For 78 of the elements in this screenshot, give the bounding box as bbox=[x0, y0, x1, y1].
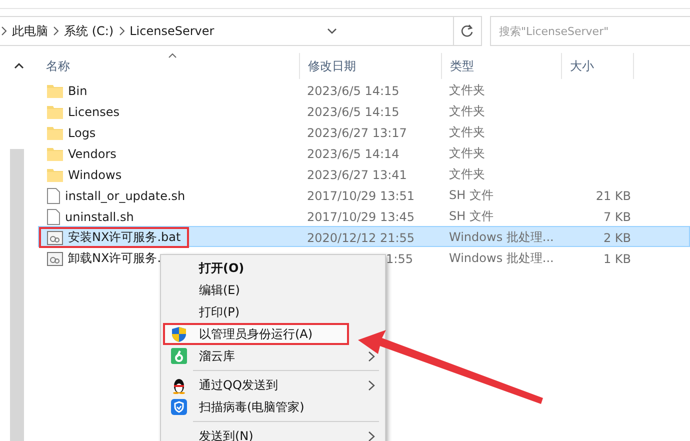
file-name: Bin bbox=[68, 84, 88, 98]
file-name: 卸载NX许可服务. bbox=[68, 250, 162, 267]
column-header[interactable]: 修改日期 bbox=[300, 53, 442, 79]
folder-icon bbox=[47, 126, 63, 140]
modified-date: 2023/6/5 14:15 bbox=[306, 104, 400, 118]
file-type: Windows 批处理... bbox=[448, 229, 555, 246]
file-size: 1 KB bbox=[602, 252, 632, 266]
scrollbar[interactable] bbox=[10, 149, 24, 441]
file-type: 文件夹 bbox=[448, 124, 486, 141]
breadcrumb-item[interactable]: 系统 (C:) bbox=[60, 22, 118, 40]
chevron-right-icon bbox=[368, 351, 375, 362]
file-type: Windows 批处理... bbox=[448, 250, 555, 267]
breadcrumb-item[interactable]: LicenseServer bbox=[126, 24, 218, 38]
file-name: Logs bbox=[68, 126, 96, 140]
folder-icon bbox=[47, 168, 63, 182]
file-size: 7 KB bbox=[602, 210, 632, 224]
folder-icon bbox=[47, 84, 63, 98]
file-row[interactable]: Logs 2023/6/27 13:17 文件夹 bbox=[38, 121, 690, 142]
menu-item[interactable]: 编辑(E) bbox=[163, 279, 383, 301]
file-name: install_or_update.sh bbox=[65, 188, 186, 202]
shield-icon bbox=[171, 326, 187, 343]
modified-date: 2023/6/27 13:41 bbox=[306, 168, 408, 182]
file-name: uninstall.sh bbox=[65, 210, 134, 224]
menu-item[interactable]: 扫描病毒(电脑管家) bbox=[163, 396, 383, 418]
folder-icon bbox=[47, 146, 63, 160]
document-icon bbox=[47, 208, 60, 224]
file-name: Licenses bbox=[68, 104, 120, 118]
file-type: 文件夹 bbox=[448, 166, 486, 183]
modified-date: 2017/10/29 13:51 bbox=[306, 188, 416, 202]
file-type: 文件夹 bbox=[448, 145, 486, 162]
file-type: 文件夹 bbox=[448, 103, 486, 120]
file-row[interactable]: Vendors 2023/6/5 14:14 文件夹 bbox=[38, 142, 690, 163]
app-logo-icon bbox=[171, 348, 187, 364]
address-bar[interactable]: 此电脑 系统 (C:) LicenseServer bbox=[0, 16, 482, 46]
column-header[interactable]: 大小 bbox=[562, 53, 634, 79]
chevron-right-icon bbox=[0, 26, 8, 36]
folder-icon bbox=[47, 104, 63, 118]
menu-item[interactable]: 打印(P) bbox=[163, 301, 383, 323]
file-type: SH 文件 bbox=[448, 208, 494, 225]
chevron-right-icon bbox=[368, 380, 375, 391]
menu-item[interactable]: 打开(O) bbox=[163, 257, 383, 279]
modified-date: 1:55 bbox=[385, 252, 414, 266]
breadcrumb-item[interactable]: 此电脑 bbox=[8, 22, 52, 40]
penguin-icon bbox=[171, 377, 187, 394]
modified-date: 2023/6/5 14:15 bbox=[306, 84, 400, 98]
chevron-right-icon bbox=[52, 26, 60, 36]
file-type: 文件夹 bbox=[448, 82, 486, 99]
file-name: Windows bbox=[68, 168, 122, 182]
gear-window-icon bbox=[47, 252, 63, 266]
chevron-right-icon bbox=[368, 431, 375, 441]
file-type: SH 文件 bbox=[448, 187, 494, 204]
shield-check-icon bbox=[171, 399, 187, 415]
file-row[interactable]: Windows 2023/6/27 13:41 文件夹 bbox=[38, 163, 690, 184]
menu-item[interactable]: 发送到(N) bbox=[163, 425, 383, 441]
file-name: 安装NX许可服务.bat bbox=[68, 229, 181, 246]
file-size: 2 KB bbox=[602, 230, 632, 244]
file-size: 21 KB bbox=[594, 188, 632, 202]
modified-date: 2020/12/12 21:55 bbox=[306, 230, 416, 244]
sort-up-icon bbox=[168, 53, 177, 58]
file-row[interactable]: Bin 2023/6/5 14:15 文件夹 bbox=[38, 79, 690, 100]
modified-date: 2023/6/27 13:17 bbox=[306, 126, 408, 140]
chevron-up-icon[interactable] bbox=[14, 62, 24, 70]
chevron-right-icon bbox=[118, 26, 126, 36]
file-row[interactable]: install_or_update.sh 2017/10/29 13:51 SH 文件 21 KB bbox=[38, 184, 690, 205]
file-row[interactable]: 安装NX许可服务.bat 2020/12/12 21:55 Windows 批处理... 2 KB bbox=[38, 226, 690, 247]
file-row[interactable]: uninstall.sh 2017/10/29 13:45 SH 文件 7 KB bbox=[38, 205, 690, 226]
modified-date: 2023/6/5 14:14 bbox=[306, 146, 400, 160]
gear-window-icon bbox=[47, 230, 63, 244]
file-name: Vendors bbox=[68, 146, 116, 160]
search-field[interactable]: 搜索"LicenseServer" bbox=[490, 16, 690, 46]
file-row[interactable]: Licenses 2023/6/5 14:15 文件夹 bbox=[38, 100, 690, 121]
column-header[interactable]: 类型 bbox=[442, 53, 562, 79]
menu-item[interactable]: 以管理员身份运行(A) bbox=[163, 323, 349, 345]
column-header[interactable]: 名称 bbox=[38, 53, 300, 79]
modified-date: 2017/10/29 13:45 bbox=[306, 210, 416, 224]
menu-item[interactable]: 通过QQ发送到 bbox=[163, 374, 383, 396]
document-icon bbox=[47, 188, 60, 204]
refresh-icon bbox=[460, 24, 474, 38]
